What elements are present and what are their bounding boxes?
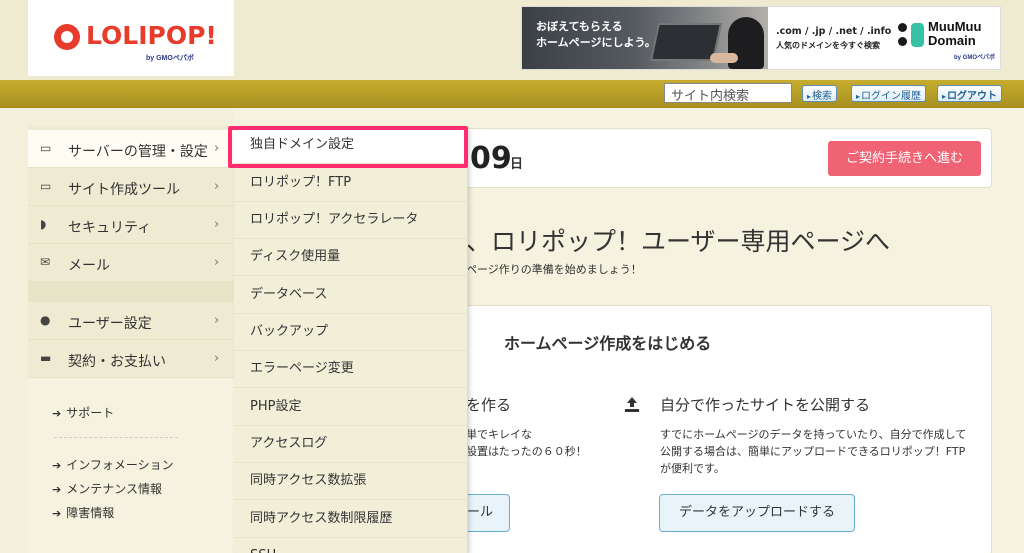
submenu-item-accelerator[interactable]: ロリポップ！アクセラレータ [234, 201, 467, 239]
sidebar-item-contract[interactable]: ▬ 契約・お支払い › [28, 340, 234, 378]
logo-by-text: by GMOペパボ [146, 55, 194, 62]
submenu-item-database[interactable]: データベース [234, 276, 467, 314]
submenu-item-access-log[interactable]: アクセスログ [234, 425, 467, 463]
chevron-right-icon: › [214, 179, 220, 194]
welcome-heading: 、ロリポップ！ユーザー専用ページへ [466, 227, 891, 256]
muumuu-logo-icon [898, 23, 924, 47]
submenu-item-access-limit-history[interactable]: 同時アクセス数制限履歴 [234, 500, 467, 538]
logout-button[interactable]: ログアウト [937, 85, 1003, 102]
banner-domains-list: .com / .jp / .net / .info [776, 26, 892, 37]
sidebar-divider [28, 282, 234, 302]
muumuu-brand-line2: Domain [928, 33, 976, 48]
chevron-right-icon: › [214, 255, 220, 270]
submenu-item-ssh[interactable]: SSH [234, 537, 467, 553]
sidebar-item-label: メール [68, 258, 110, 274]
chevron-right-icon: › [214, 313, 220, 328]
muumuu-by-text: by GMOペパボ [954, 55, 996, 61]
login-history-button[interactable]: ログイン履歴 [851, 85, 927, 102]
sidebar-item-mail[interactable]: ✉ メール › [28, 244, 234, 282]
chevron-right-icon: › [214, 141, 220, 156]
highlight-annotation-box [228, 126, 468, 168]
publish-site-text: すでにホームページのデータを持っていたり、自分で作成して公開する場合は、簡単にア… [660, 428, 967, 475]
lolipop-logo[interactable]: LOLIPOP! by GMOペパボ [28, 0, 234, 76]
server-settings-submenu: 独自ドメイン設定 ロリポップ！FTP ロリポップ！アクセラレータ ディスク使用量… [234, 126, 468, 553]
server-icon: ▭ [40, 141, 52, 155]
banner-domains-sub: 人気のドメインを今すぐ検索 [776, 41, 880, 50]
sidebar-separator [54, 437, 178, 438]
logo-text: LOLIPOP! [86, 21, 217, 50]
submenu-item-error-page[interactable]: エラーページ変更 [234, 350, 467, 388]
shield-icon: ◗ [40, 217, 47, 231]
sidebar-item-label: サイト作成ツール [68, 182, 180, 198]
card-icon: ▬ [40, 351, 52, 365]
banner-tagline: おぼえてもらえる ホームページにしよう。 [536, 19, 656, 51]
welcome-subtext: ページ作りの準備を始めましょう！ [466, 263, 642, 276]
sidebar-link-incidents[interactable]: 障害情報 [52, 504, 114, 521]
mail-icon: ✉ [40, 255, 51, 269]
banner-tagline-line2: ホームページにしよう。 [536, 36, 656, 49]
sidebar-link-maintenance[interactable]: メンテナンス情報 [52, 480, 162, 497]
sidebar-item-label: 契約・お支払い [68, 354, 166, 370]
banner-domains: .com / .jp / .net / .info 人気のドメインを今すぐ検索 [776, 25, 891, 53]
create-site-title: を作る [466, 396, 512, 414]
chevron-right-icon: › [214, 217, 220, 232]
upload-data-button[interactable]: データをアップロードする [659, 494, 855, 532]
monitor-icon: ▭ [40, 179, 52, 193]
create-site-text-line2: 設置はたったの６０秒！ [466, 445, 587, 458]
submenu-item-disk-usage[interactable]: ディスク使用量 [234, 238, 467, 276]
hands-image [710, 53, 738, 63]
submenu-item-access-expansion[interactable]: 同時アクセス数拡張 [234, 462, 467, 500]
sidebar-item-user-settings[interactable]: ● ユーザー設定 › [28, 302, 234, 340]
remaining-days-unit: 日 [510, 157, 524, 172]
site-search-input[interactable]: サイト内検索 [664, 83, 792, 104]
lolipop-logo-icon [54, 24, 80, 50]
sidebar-link-information[interactable]: インフォメーション [52, 456, 173, 473]
submenu-item-ftp[interactable]: ロリポップ！FTP [234, 164, 467, 202]
sidebar-link-support[interactable]: サポート [52, 404, 114, 421]
user-icon: ● [40, 313, 51, 327]
sidebar-item-label: ユーザー設定 [68, 316, 152, 332]
banner-tagline-line1: おぼえてもらえる [536, 20, 623, 33]
muumuu-brand-line1: MuuMuu [928, 19, 982, 34]
sidebar-item-site-tools[interactable]: ▭ サイト作成ツール › [28, 168, 234, 206]
create-site-text-line1: 単でキレイな [466, 428, 532, 441]
sidebar-item-label: サーバーの管理・設定 [68, 144, 208, 160]
search-button[interactable]: 検索 [802, 85, 838, 102]
muumuu-domain-banner[interactable]: おぼえてもらえる ホームページにしよう。 .com / .jp / .net /… [521, 6, 1001, 70]
remaining-days: 09 [470, 141, 512, 176]
submenu-item-php-settings[interactable]: PHP設定 [234, 388, 467, 426]
upload-icon [623, 395, 641, 413]
sidebar-item-label: セキュリティ [68, 220, 152, 236]
sidebar-item-server[interactable]: ▭ サーバーの管理・設定 › [28, 130, 234, 168]
submenu-item-backup[interactable]: バックアップ [234, 313, 467, 351]
muumuu-brand: MuuMuu Domain [928, 20, 981, 48]
publish-site-title: 自分で作ったサイトを公開する [660, 396, 871, 414]
banner-photo: おぼえてもらえる ホームページにしよう。 [522, 7, 768, 69]
contract-procedure-button[interactable]: ご契約手続きへ進む [828, 141, 981, 176]
chevron-right-icon: › [214, 351, 220, 366]
homepage-card-title: ホームページ作成をはじめる [504, 334, 712, 353]
sidebar-item-security[interactable]: ◗ セキュリティ › [28, 206, 234, 244]
